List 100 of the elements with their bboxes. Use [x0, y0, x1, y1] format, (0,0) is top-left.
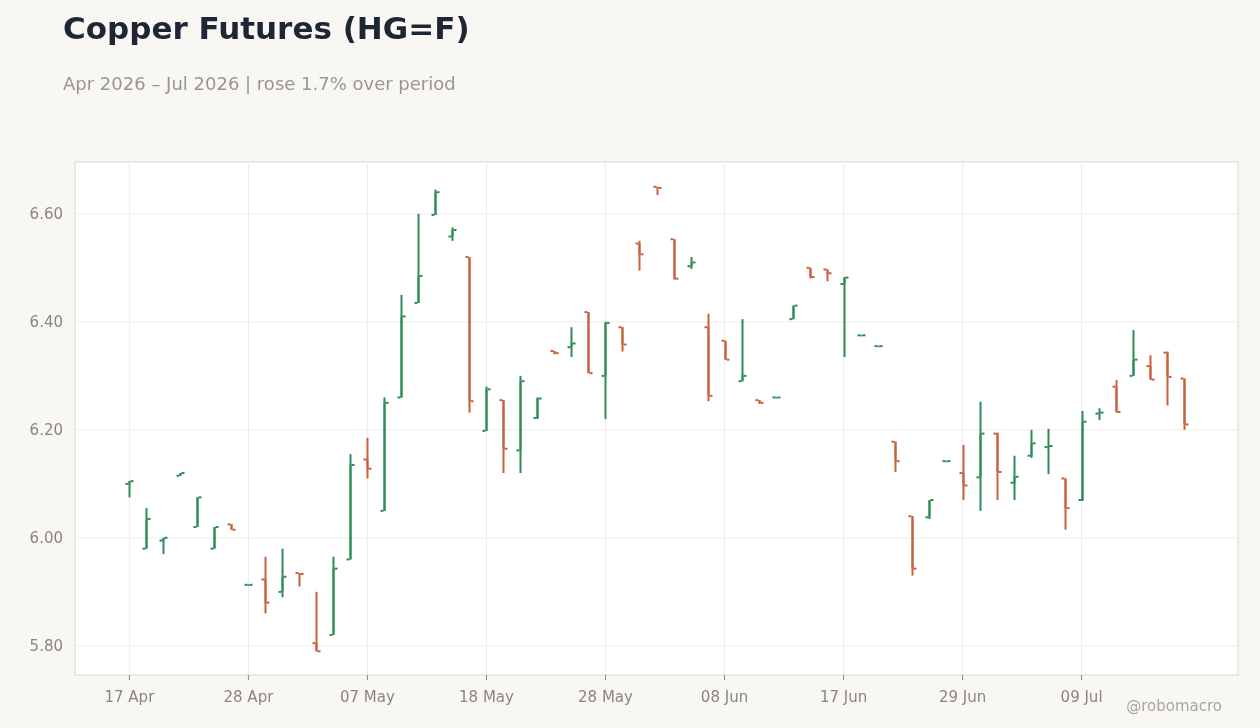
close-tick [180, 472, 186, 475]
ohlc-bar [945, 459, 948, 463]
ohlc-bar [673, 238, 676, 281]
open-tick [498, 399, 504, 402]
close-tick [1116, 411, 1122, 413]
chart-subtitle: Apr 2026 – Jul 2026 | rose 1.7% over period [63, 73, 457, 94]
close-tick [588, 372, 594, 375]
open-tick [1026, 454, 1032, 457]
ohlc-bar [587, 311, 590, 375]
open-tick [958, 472, 964, 475]
x-axis-label: 28 Apr [223, 688, 274, 706]
ohlc-bar [877, 344, 880, 348]
ohlc-bar [775, 395, 778, 399]
ohlc-bar [758, 399, 761, 405]
open-tick [1094, 412, 1100, 415]
close-tick [163, 536, 169, 539]
open-tick [771, 396, 777, 399]
x-axis-label: 08 Jun [700, 688, 749, 706]
close-tick [1167, 375, 1173, 378]
open-tick [1043, 446, 1049, 449]
open-tick [600, 374, 606, 377]
ohlc-bar [809, 266, 812, 280]
close-tick [469, 400, 475, 403]
close-tick [622, 343, 628, 346]
open-tick [634, 242, 640, 245]
chart-title: Copper Futures (HG=F) [63, 9, 471, 48]
ohlc-bar [962, 443, 965, 502]
open-tick [1060, 477, 1066, 480]
open-tick [124, 482, 130, 485]
ohlc-bar [434, 188, 437, 216]
close-tick [350, 463, 356, 466]
close-tick [452, 229, 458, 232]
close-tick [486, 388, 492, 391]
close-tick [793, 304, 799, 307]
ohlc-bar [179, 472, 182, 477]
close-tick [810, 276, 816, 278]
ohlc-bar [1166, 350, 1169, 407]
close-tick [418, 274, 424, 277]
close-tick [537, 397, 543, 400]
ohlc-bar [553, 350, 556, 356]
ohlc-bar [536, 396, 539, 421]
open-tick [532, 416, 538, 419]
x-axis-label: 07 May [340, 688, 395, 706]
open-tick [294, 571, 300, 574]
close-tick [708, 394, 714, 397]
open-tick [175, 474, 181, 477]
open-tick [856, 334, 862, 337]
close-tick [571, 342, 577, 345]
open-tick [549, 350, 555, 352]
open-tick [1145, 365, 1151, 368]
close-tick [384, 401, 390, 404]
ohlc-bar [621, 326, 624, 353]
open-tick [1111, 385, 1117, 388]
close-tick [691, 261, 697, 264]
open-tick [975, 476, 981, 479]
open-tick [1009, 481, 1015, 484]
open-tick [379, 509, 385, 512]
y-axis-label: 6.20 [29, 420, 63, 439]
open-tick [277, 590, 283, 593]
open-tick [754, 399, 760, 402]
ohlc-bar [928, 499, 931, 520]
ohlc-bar [894, 440, 897, 473]
ohlc-bar [264, 555, 267, 615]
ohlc-bar [996, 431, 999, 502]
open-tick [243, 583, 249, 586]
close-tick [742, 374, 748, 377]
close-tick [401, 315, 407, 318]
ohlc-bar [792, 304, 795, 321]
open-tick [260, 578, 266, 581]
close-tick [827, 272, 833, 275]
open-tick [703, 326, 709, 329]
ohlc-bar [281, 547, 284, 599]
open-tick [447, 235, 453, 238]
open-tick [481, 429, 487, 432]
open-tick [362, 458, 368, 461]
close-tick [248, 583, 254, 586]
open-tick [345, 558, 351, 561]
ohlc-bar [1115, 379, 1118, 414]
close-tick [214, 526, 220, 529]
ohlc-bar [1064, 477, 1067, 531]
open-tick [192, 526, 198, 529]
open-tick [907, 515, 913, 518]
open-tick [430, 213, 436, 216]
ohlc-bar [315, 590, 318, 653]
open-tick [1162, 351, 1168, 354]
close-tick [503, 447, 509, 450]
ohlc-bar [1183, 377, 1186, 431]
open-tick [311, 642, 317, 645]
open-tick [669, 238, 675, 241]
open-tick [566, 346, 572, 349]
open-tick [839, 283, 845, 286]
ohlc-bar [213, 526, 216, 550]
x-axis-label: 17 Jun [819, 688, 868, 706]
close-tick [197, 496, 203, 499]
open-tick [413, 301, 419, 304]
close-tick [1150, 378, 1156, 381]
ohlc-bar [656, 185, 659, 196]
open-tick [737, 380, 743, 383]
close-tick [1014, 475, 1020, 478]
close-tick [912, 567, 918, 570]
